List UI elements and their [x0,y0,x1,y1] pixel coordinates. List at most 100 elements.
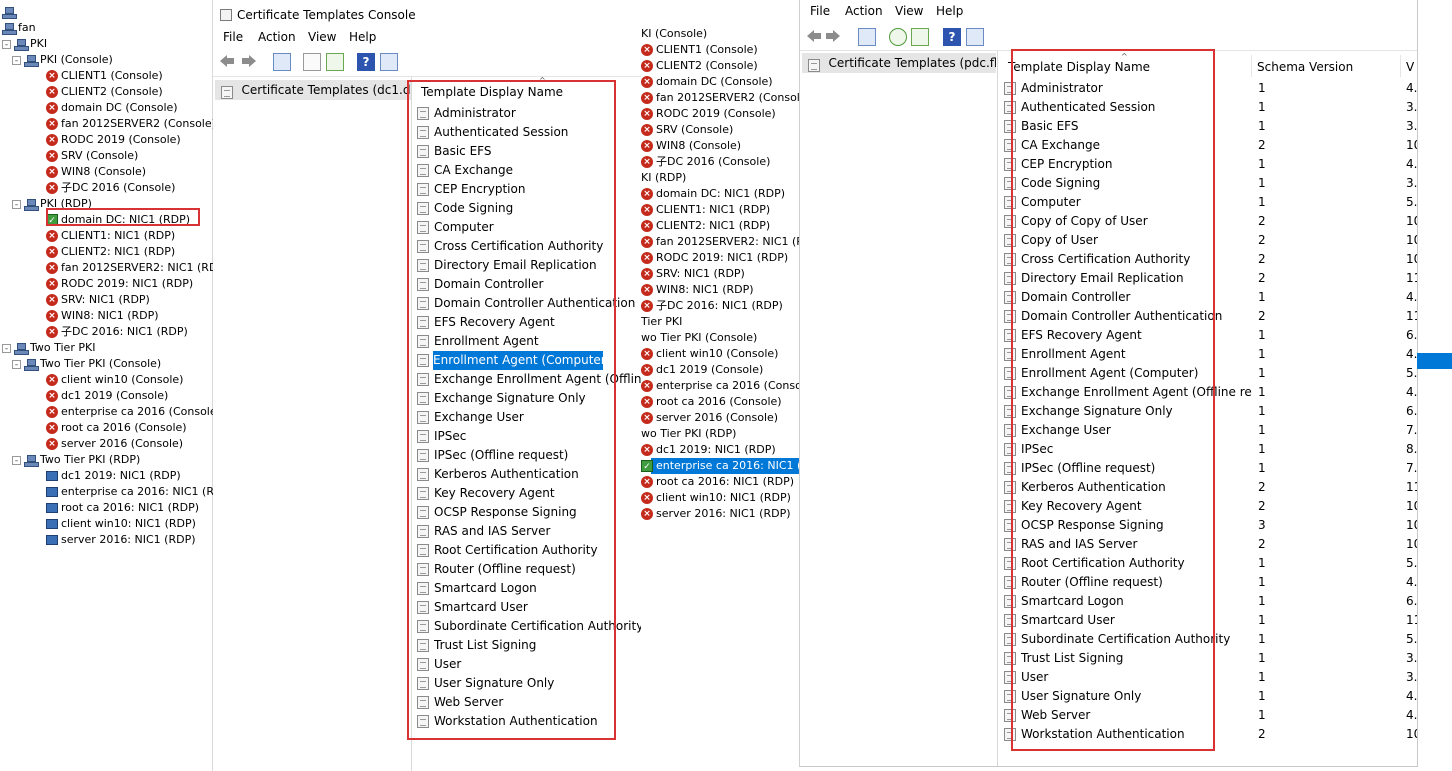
table-row[interactable]: Key Recovery Agent [1004,497,1252,516]
table-row[interactable]: Basic EFS [1004,117,1252,136]
tree-item[interactable]: - PKI [2,36,47,52]
table-row[interactable]: Kerberos Authentication [1004,478,1252,497]
menu-help[interactable]: Help [349,30,376,44]
template-row[interactable]: OCSP Response Signing [417,503,641,522]
tree-item[interactable]: dc1 2019: NIC1 (RDP) [46,468,181,484]
template-row[interactable]: Exchange Signature Only [417,389,641,408]
tree-item[interactable]: × CLIENT1 (Console) [641,42,758,58]
table-row[interactable]: User [1004,668,1252,687]
tree-item[interactable]: × WIN8: NIC1 (RDP) [641,282,754,298]
tree-item[interactable]: × 子DC 2016: NIC1 (RDP) [641,298,783,314]
show-tree-icon[interactable] [273,53,291,71]
template-row[interactable]: Smartcard User [417,598,641,617]
tree-item[interactable]: root ca 2016: NIC1 (RDP) [46,500,199,516]
tree-item[interactable]: - PKI (Console) [12,52,113,68]
tree-item[interactable]: × server 2016: NIC1 (RDP) [641,506,791,522]
template-row[interactable]: Subordinate Certification Authority [417,617,641,636]
tree-item[interactable]: × CLIENT1: NIC1 (RDP) [46,228,175,244]
template-row[interactable]: Code Signing [417,199,641,218]
tree-item[interactable]: - Two Tier PKI (Console) [12,356,161,372]
help-icon[interactable]: ? [943,28,961,46]
tree-item[interactable]: fan [2,20,36,36]
tree-item[interactable]: enterprise ca 2016: NIC1 (RDP [46,484,229,500]
tree-item[interactable]: Tier PKI [641,314,682,330]
tree-item[interactable]: ×enterprise ca 2016 (Console) [641,378,799,394]
tree-item[interactable]: × root ca 2016 (Console) [641,394,782,410]
table-row[interactable]: Web Server [1004,706,1252,725]
tree-item[interactable]: - PKI (RDP) [12,196,92,212]
tree-item[interactable]: × WIN8 (Console) [641,138,741,154]
export-list-icon[interactable] [911,28,929,46]
collapse-toggle[interactable]: - [12,199,21,209]
back-arrow-icon[interactable] [806,29,822,43]
tree-item[interactable]: × dc1 2019 (Console) [46,388,168,404]
template-row[interactable]: Smartcard Logon [417,579,641,598]
tree-item[interactable]: × dc1 2019: NIC1 (RDP) [641,442,776,458]
tree-item[interactable]: × server 2016 (Console) [46,436,183,452]
template-row[interactable]: User [417,655,641,674]
action-pane-icon[interactable] [380,53,398,71]
table-row[interactable]: Copy of Copy of User [1004,212,1252,231]
tree-item[interactable]: × client win10 (Console) [641,346,778,362]
tree-item[interactable]: × 子DC 2016 (Console) [641,154,770,170]
tree-item[interactable]: × fan 2012SERVER2: NIC1 (RD [641,234,799,250]
tree-item[interactable]: ×enterprise ca 2016 (Console) [46,404,221,420]
export-list-icon[interactable] [326,53,344,71]
properties-icon[interactable] [303,53,321,71]
template-row[interactable]: Directory Email Replication [417,256,641,275]
template-row[interactable]: IPSec (Offline request) [417,446,641,465]
template-row[interactable]: User Signature Only [417,674,641,693]
tree-item[interactable]: × SRV (Console) [641,122,733,138]
menu-view[interactable]: View [308,30,336,44]
template-row[interactable]: Cross Certification Authority [417,237,641,256]
menu-view-2[interactable]: View [895,4,923,18]
menu-help-2[interactable]: Help [936,4,963,18]
template-row[interactable]: Enrollment Agent (Computer) [433,351,603,370]
table-row[interactable]: Enrollment Agent (Computer) [1004,364,1252,383]
collapse-toggle[interactable]: - [2,39,11,49]
tree-item[interactable]: × server 2016 (Console) [641,410,778,426]
tree-item[interactable]: × RODC 2019 (Console) [46,132,181,148]
scope-item-templates[interactable]: Certificate Templates (dc1.dom [215,80,411,100]
template-row[interactable]: Trust List Signing [417,636,641,655]
help-icon[interactable]: ? [357,53,375,71]
template-row[interactable]: Domain Controller Authentication [417,294,641,313]
table-row[interactable]: Exchange Enrollment Agent (Offline requ.… [1004,383,1252,402]
tree-item[interactable]: server 2016: NIC1 (RDP) [46,532,196,548]
template-row[interactable]: Exchange Enrollment Agent (Offline re [417,370,641,389]
tree-item[interactable]: × RODC 2019: NIC1 (RDP) [641,250,788,266]
template-row[interactable]: Basic EFS [417,142,641,161]
column-header-template-name-2[interactable]: Template Display Name [1008,60,1150,74]
template-row[interactable]: Web Server [417,693,641,712]
tree-item[interactable]: ✓ domain DC: NIC1 (RDP) [46,212,190,228]
tree-item[interactable]: × CLIENT2 (Console) [46,84,163,100]
menu-file-2[interactable]: File [810,4,830,18]
tree-item[interactable]: × SRV: NIC1 (RDP) [46,292,150,308]
table-row[interactable]: Cross Certification Authority [1004,250,1252,269]
column-divider[interactable] [1251,55,1252,77]
template-row[interactable]: Exchange User [417,408,641,427]
tree-item[interactable]: × domain DC (Console) [46,100,178,116]
tree-item[interactable]: × RODC 2019: NIC1 (RDP) [46,276,193,292]
collapse-toggle[interactable]: - [12,359,21,369]
table-row[interactable]: Exchange User [1004,421,1252,440]
template-row[interactable]: CEP Encryption [417,180,641,199]
menu-file[interactable]: File [223,30,243,44]
menu-action-2[interactable]: Action [845,4,883,18]
tree-item[interactable]: × SRV (Console) [46,148,138,164]
collapse-toggle[interactable]: - [2,343,11,353]
tree-item[interactable]: × fan 2012SERVER2: NIC1 (RDP [46,260,224,276]
tree-item[interactable]: × 子DC 2016 (Console) [46,180,175,196]
tree-item[interactable]: × fan 2012SERVER2 (Console) [46,116,216,132]
back-arrow-icon[interactable] [219,54,235,68]
tree-item[interactable]: wo Tier PKI (Console) [641,330,757,346]
collapse-toggle[interactable]: - [12,55,21,65]
table-row[interactable]: Computer [1004,193,1252,212]
table-row[interactable]: Enrollment Agent [1004,345,1252,364]
forward-arrow-icon[interactable] [825,29,841,43]
column-header-version[interactable]: V [1406,60,1414,74]
tree-item[interactable]: KI (RDP) [641,170,686,186]
refresh-icon[interactable] [889,28,907,46]
column-header-schema-version[interactable]: Schema Version [1257,60,1353,74]
tree-item[interactable]: × root ca 2016: NIC1 (RDP) [641,474,794,490]
